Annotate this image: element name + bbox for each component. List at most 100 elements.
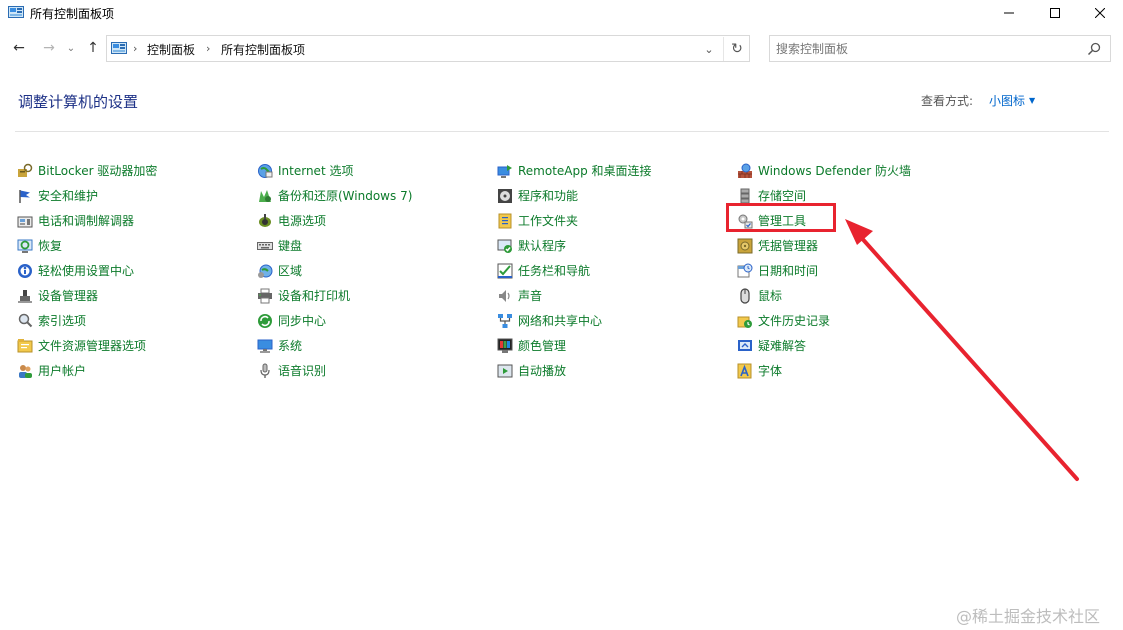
item-autoplay[interactable]: 自动播放 — [497, 358, 652, 383]
refresh-button[interactable]: ↻ — [723, 37, 750, 61]
item-work-folders[interactable]: 工作文件夹 — [497, 208, 652, 233]
item-label[interactable]: 轻松使用设置中心 — [38, 262, 134, 279]
storage-spaces-icon — [740, 188, 750, 203]
item-label[interactable]: 安全和维护 — [38, 187, 98, 204]
forward-button[interactable]: → — [38, 38, 60, 58]
breadcrumb-control-panel[interactable]: 控制面板 — [147, 41, 195, 58]
item-label[interactable]: 程序和功能 — [518, 187, 578, 204]
item-label[interactable]: 语音识别 — [278, 362, 326, 379]
search-box[interactable] — [769, 35, 1111, 62]
item-label[interactable]: Internet 选项 — [278, 162, 353, 179]
item-indexing-options[interactable]: 索引选项 — [17, 308, 157, 333]
items-column-2: Internet 选项 备份和还原(Windows 7) 电源选项 键盘 区域 … — [257, 158, 412, 383]
item-device-manager[interactable]: 设备管理器 — [17, 283, 157, 308]
item-programs-features[interactable]: 程序和功能 — [497, 183, 652, 208]
item-label[interactable]: 用户帐户 — [38, 362, 86, 379]
item-fonts[interactable]: 字体 — [737, 358, 911, 383]
minimize-button[interactable] — [986, 0, 1032, 26]
file-history-icon — [737, 316, 752, 328]
item-system[interactable]: 系统 — [257, 333, 412, 358]
item-troubleshooting[interactable]: 疑难解答 — [737, 333, 911, 358]
default-programs-icon — [497, 239, 512, 253]
item-taskbar-navigation[interactable]: 任务栏和导航 — [497, 258, 652, 283]
item-date-time[interactable]: 日期和时间 — [737, 258, 911, 283]
fax-modem-icon — [17, 216, 33, 227]
back-button[interactable]: ← — [8, 38, 30, 58]
item-user-accounts[interactable]: 用户帐户 — [17, 358, 157, 383]
item-devices-printers[interactable]: 设备和打印机 — [257, 283, 412, 308]
up-button[interactable]: ↑ — [84, 38, 102, 58]
item-label[interactable]: 设备管理器 — [38, 287, 98, 304]
item-security-maintenance[interactable]: 安全和维护 — [17, 183, 157, 208]
item-label[interactable]: 恢复 — [38, 237, 62, 254]
item-speech-recognition[interactable]: 语音识别 — [257, 358, 412, 383]
search-input[interactable] — [776, 40, 1076, 58]
system-monitor-icon — [257, 339, 273, 353]
item-internet-options[interactable]: Internet 选项 — [257, 158, 412, 183]
control-panel-icon — [111, 42, 127, 54]
view-by-dropdown[interactable]: 小图标 ▼ — [989, 92, 1035, 109]
item-mouse[interactable]: 鼠标 — [737, 283, 911, 308]
breadcrumb-separator[interactable]: › — [206, 42, 210, 55]
item-label[interactable]: BitLocker 驱动器加密 — [38, 162, 157, 179]
item-label[interactable]: 字体 — [758, 362, 782, 379]
programs-disc-icon — [498, 188, 512, 203]
item-label[interactable]: 键盘 — [278, 237, 302, 254]
item-label[interactable]: 鼠标 — [758, 287, 782, 304]
item-credential-manager[interactable]: 凭据管理器 — [737, 233, 911, 258]
item-file-history[interactable]: 文件历史记录 — [737, 308, 911, 333]
highlight-box — [726, 203, 836, 232]
item-label[interactable]: 凭据管理器 — [758, 237, 818, 254]
item-bitlocker[interactable]: BitLocker 驱动器加密 — [17, 158, 157, 183]
item-label[interactable]: 文件历史记录 — [758, 312, 830, 329]
recent-locations-button[interactable]: ⌄ — [64, 38, 78, 58]
item-network-sharing[interactable]: 网络和共享中心 — [497, 308, 652, 333]
item-label[interactable]: 设备和打印机 — [278, 287, 350, 304]
item-label[interactable]: 同步中心 — [278, 312, 326, 329]
item-label[interactable]: 颜色管理 — [518, 337, 566, 354]
breadcrumb-separator[interactable]: › — [133, 42, 137, 55]
item-label[interactable]: 系统 — [278, 337, 302, 354]
item-label[interactable]: Windows Defender 防火墙 — [758, 162, 911, 179]
item-default-programs[interactable]: 默认程序 — [497, 233, 652, 258]
item-power-options[interactable]: 电源选项 — [257, 208, 412, 233]
address-bar[interactable]: › 控制面板 › 所有控制面板项 ⌄ ↻ — [106, 35, 750, 62]
item-sound[interactable]: 声音 — [497, 283, 652, 308]
item-region[interactable]: 区域 — [257, 258, 412, 283]
address-dropdown-button[interactable]: ⌄ — [697, 37, 721, 61]
item-label[interactable]: 默认程序 — [518, 237, 566, 254]
item-label[interactable]: 疑难解答 — [758, 337, 806, 354]
item-label[interactable]: 存储空间 — [758, 187, 806, 204]
item-color-management[interactable]: 颜色管理 — [497, 333, 652, 358]
item-remoteapp[interactable]: RemoteApp 和桌面连接 — [497, 158, 652, 183]
item-label[interactable]: 文件资源管理器选项 — [38, 337, 146, 354]
item-label[interactable]: 声音 — [518, 287, 542, 304]
item-label[interactable]: 索引选项 — [38, 312, 86, 329]
item-label[interactable]: 任务栏和导航 — [518, 262, 590, 279]
work-folders-icon — [498, 213, 512, 228]
search-icon[interactable] — [1087, 42, 1101, 56]
item-label[interactable]: 网络和共享中心 — [518, 312, 602, 329]
item-sync-center[interactable]: 同步中心 — [257, 308, 412, 333]
maximize-button[interactable] — [1032, 0, 1078, 26]
item-label[interactable]: 工作文件夹 — [518, 212, 578, 229]
item-phone-modem[interactable]: 电话和调制解调器 — [17, 208, 157, 233]
item-label[interactable]: 区域 — [278, 262, 302, 279]
item-backup-restore[interactable]: 备份和还原(Windows 7) — [257, 183, 412, 208]
item-label[interactable]: 备份和还原(Windows 7) — [278, 187, 412, 204]
item-windows-defender-firewall[interactable]: Windows Defender 防火墙 — [737, 158, 911, 183]
close-button[interactable] — [1077, 0, 1123, 26]
view-by-value[interactable]: 小图标 — [989, 92, 1025, 109]
item-label[interactable]: RemoteApp 和桌面连接 — [518, 162, 652, 179]
item-file-explorer-options[interactable]: 文件资源管理器选项 — [17, 333, 157, 358]
header-divider — [15, 131, 1109, 132]
caret-down-icon[interactable]: ▼ — [1029, 96, 1035, 105]
item-ease-of-access[interactable]: 轻松使用设置中心 — [17, 258, 157, 283]
item-label[interactable]: 自动播放 — [518, 362, 566, 379]
breadcrumb-all-items[interactable]: 所有控制面板项 — [221, 41, 305, 58]
item-recovery[interactable]: 恢复 — [17, 233, 157, 258]
item-keyboard[interactable]: 键盘 — [257, 233, 412, 258]
item-label[interactable]: 电话和调制解调器 — [38, 212, 134, 229]
item-label[interactable]: 电源选项 — [278, 212, 326, 229]
item-label[interactable]: 日期和时间 — [758, 262, 818, 279]
